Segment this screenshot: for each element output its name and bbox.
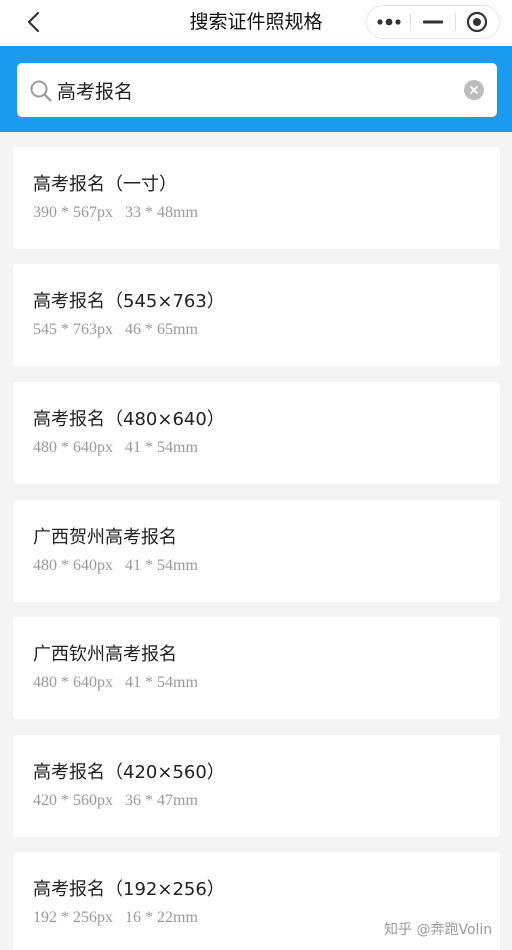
result-item[interactable]: 高考报名（一寸） 390 * 567px 33 * 48mm (13, 147, 500, 249)
result-title: 高考报名（480×640） (33, 409, 225, 430)
result-spec: 480 * 640px 41 * 54mm (33, 674, 198, 691)
result-item[interactable]: 高考报名（420×560） 420 * 560px 36 * 47mm (13, 735, 500, 837)
result-title: 高考报名（420×560） (33, 762, 225, 783)
result-spec: 545 * 763px 46 * 65mm (33, 321, 198, 338)
result-title: 高考报名（545×763） (33, 291, 225, 312)
result-spec: 390 * 567px 33 * 48mm (33, 204, 198, 221)
result-item[interactable]: 高考报名（545×763） 545 * 763px 46 * 65mm (13, 264, 500, 366)
result-title: 高考报名（一寸） (33, 174, 177, 195)
result-spec: 480 * 640px 41 * 54mm (33, 439, 198, 456)
watermark: 知乎 @奔跑Volin (384, 922, 493, 938)
search-box (17, 63, 497, 117)
search-bar (0, 46, 512, 132)
clear-icon (470, 86, 478, 94)
capsule-menu (366, 5, 500, 39)
result-item[interactable]: 广西钦州高考报名 480 * 640px 41 * 54mm (13, 617, 500, 719)
nav-bar: 搜索证件照规格 (0, 0, 512, 46)
close-miniprogram-button[interactable] (456, 6, 499, 38)
more-button[interactable] (367, 6, 410, 38)
result-item[interactable]: 高考报名（480×640） 480 * 640px 41 * 54mm (13, 382, 500, 484)
result-spec: 480 * 640px 41 * 54mm (33, 557, 198, 574)
minimize-button[interactable] (411, 6, 454, 38)
result-item[interactable]: 广西贺州高考报名 480 * 640px 41 * 54mm (13, 500, 500, 602)
result-spec: 192 * 256px 16 * 22mm (33, 909, 198, 926)
search-input[interactable] (57, 63, 457, 117)
result-spec: 420 * 560px 36 * 47mm (33, 792, 198, 809)
result-title: 广西钦州高考报名 (33, 644, 177, 665)
result-title: 高考报名（192×256） (33, 879, 225, 900)
result-title: 广西贺州高考报名 (33, 527, 177, 548)
search-icon (30, 80, 52, 102)
more-dots-icon (377, 18, 401, 26)
clear-button[interactable] (464, 80, 484, 100)
target-close-icon (467, 11, 488, 33)
minimize-icon (422, 20, 443, 24)
